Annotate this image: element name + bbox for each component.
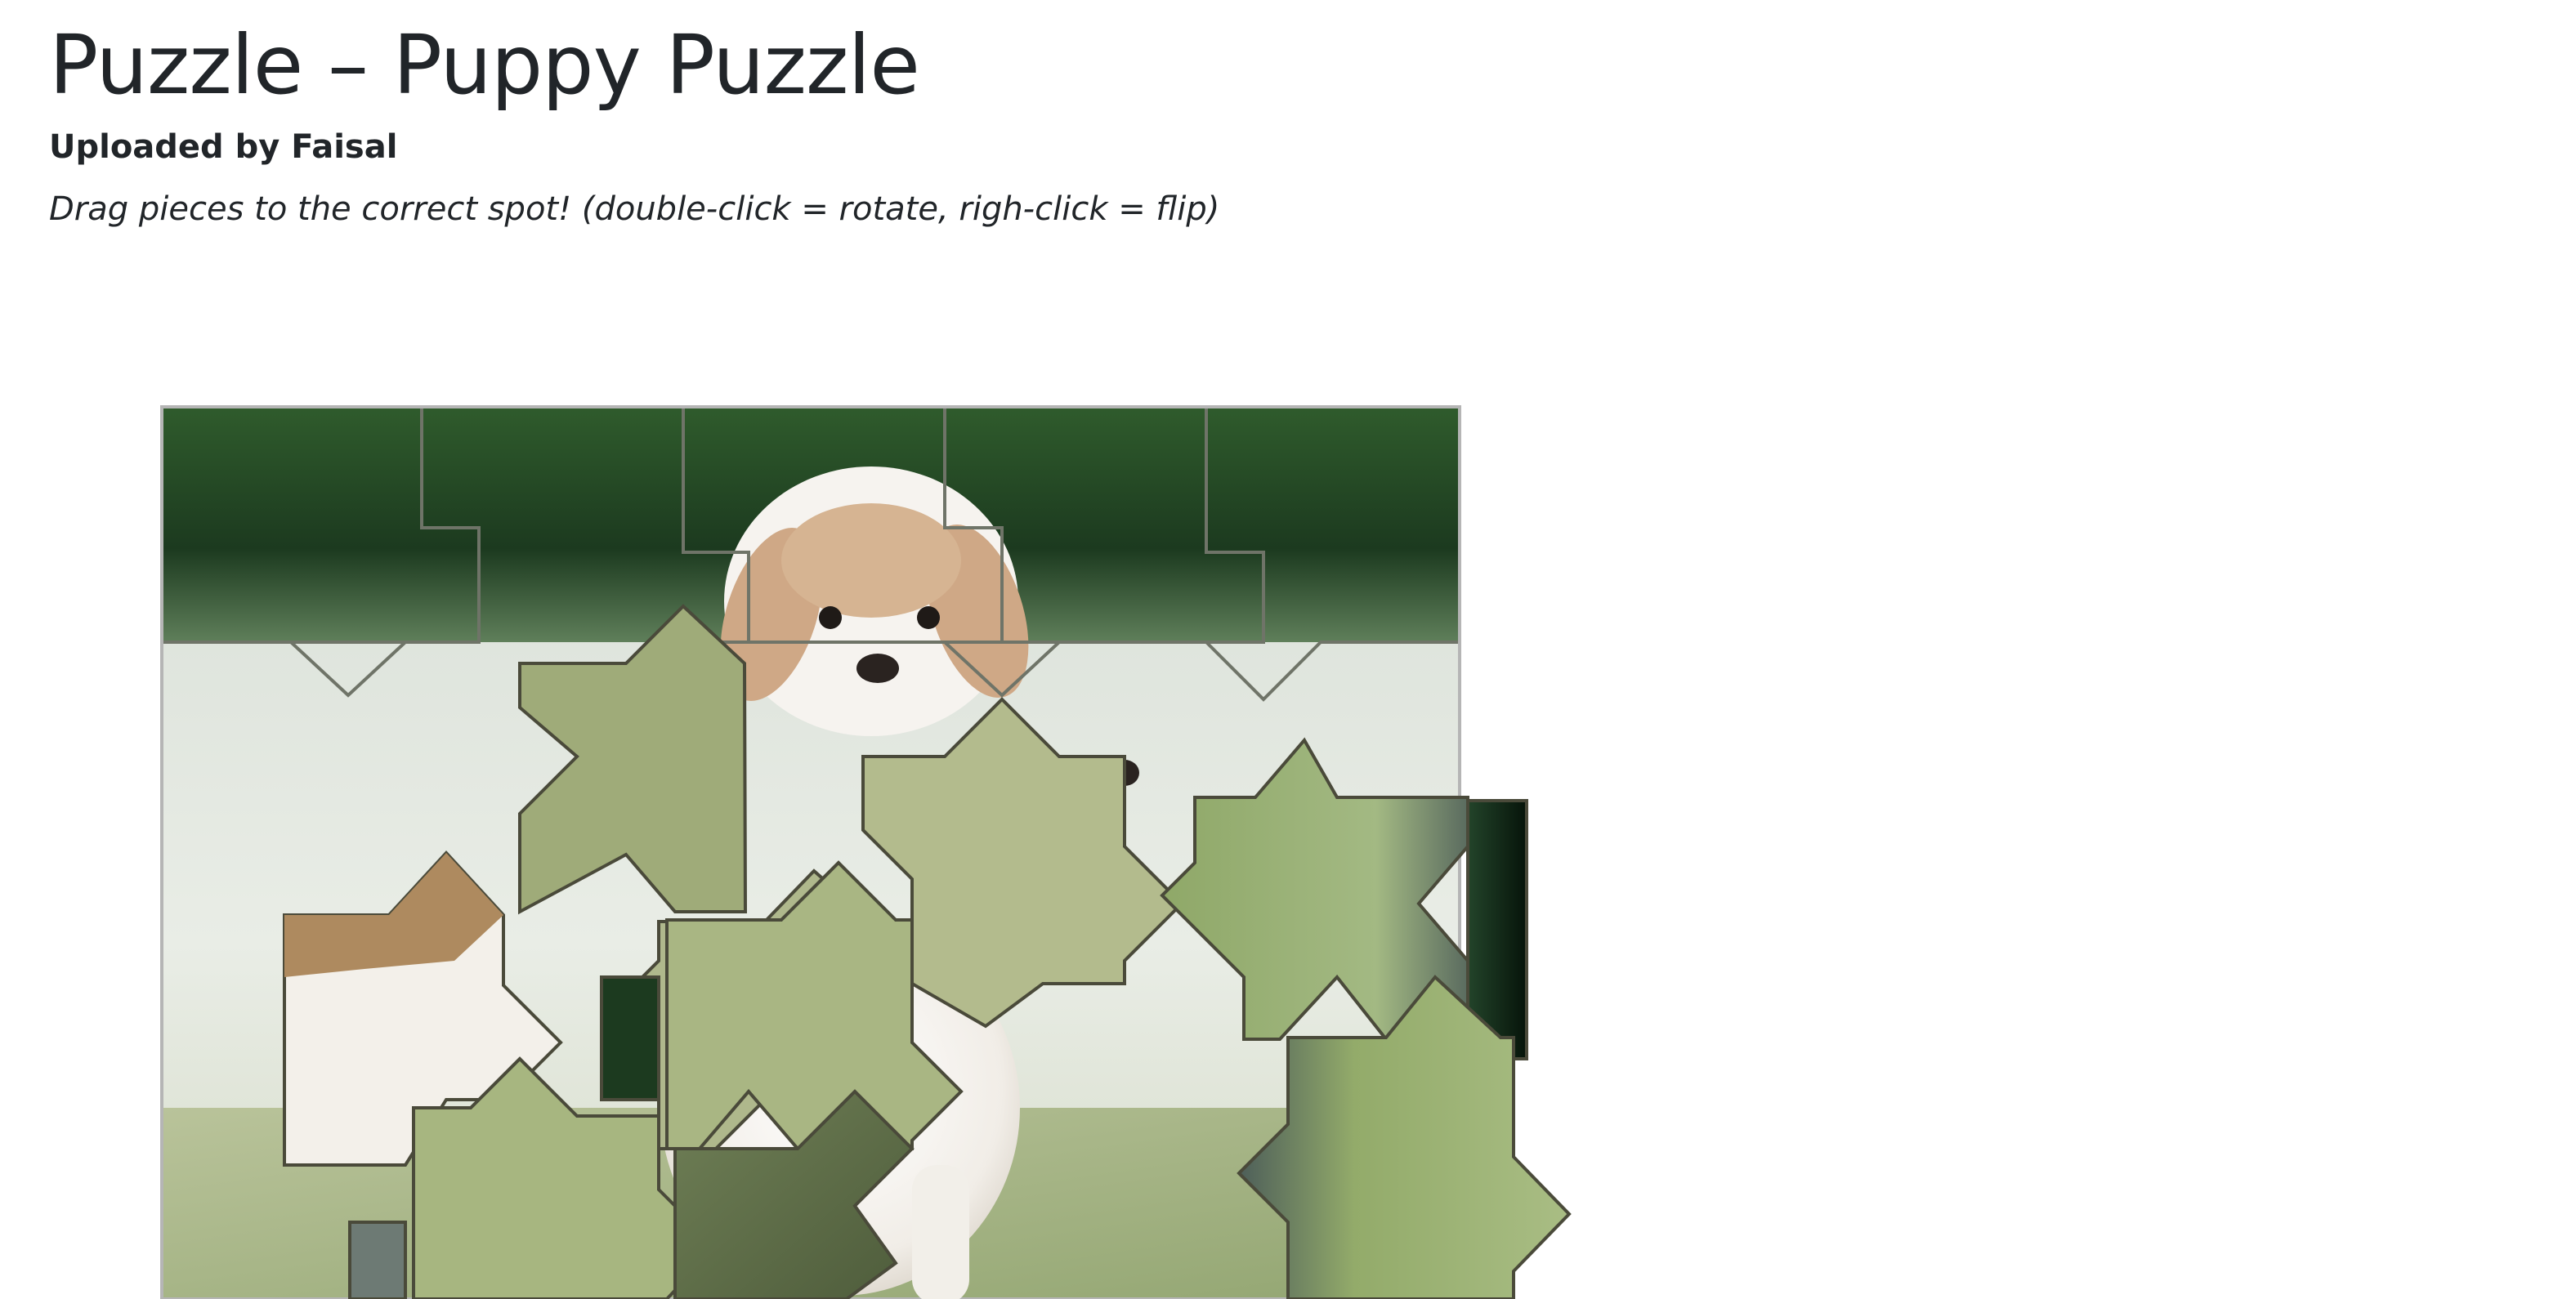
instructions-text: Drag pieces to the correct spot! (double… [49, 190, 1220, 228]
uploader-credit: Uploaded by Faisal [49, 128, 398, 166]
puzzle-piece[interactable] [600, 975, 660, 1101]
puzzle-page: Puzzle – Puppy Puzzle Uploaded by Faisal… [0, 0, 2576, 1299]
puzzle-board[interactable] [160, 405, 1572, 1299]
puzzle-piece[interactable] [348, 1221, 407, 1299]
puzzle-canvas[interactable] [160, 405, 1599, 1299]
page-title: Puzzle – Puppy Puzzle [49, 17, 920, 113]
